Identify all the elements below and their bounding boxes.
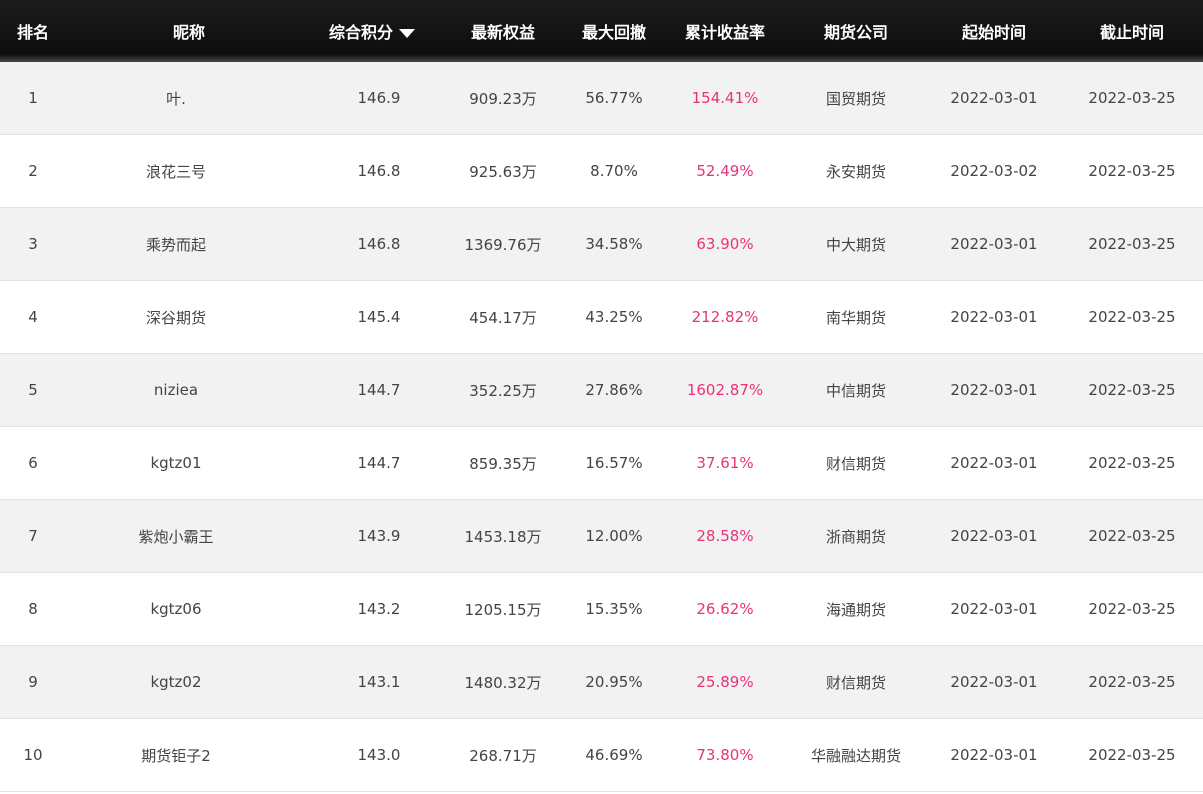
start-date-cell: 2022-03-01 [950,527,1038,545]
company-cell: 中信期货 [825,381,886,400]
nickname-cell: 浪花三号 [145,162,206,181]
table-row[interactable]: 3 乘势而起 146.8 1369.76万 34.58% 63.90% 中大期货 2022-0… [0,208,1203,281]
company-cell: 华融融达期货 [810,746,901,765]
start-date-cell: 2022-03-01 [950,235,1038,253]
table-row[interactable]: 1 叶. 146.9 909.23万 56.77% 154.41% 国贸期货 2022-03-… [0,62,1203,135]
end-date-cell: 2022-03-25 [1088,673,1176,691]
table-row[interactable]: 7 紫炮小霸王 143.9 1453.18万 12.00% 28.58% 浙商期货 2022-… [0,500,1203,573]
company-cell: 财信期货 [825,454,886,473]
column-header-nickname[interactable]: 昵称 [109,19,269,43]
nickname-cell: 叶. [166,89,186,108]
end-date-cell: 2022-03-25 [1088,600,1176,618]
nickname-cell: niziea [153,381,199,399]
table-row[interactable]: 2 浪花三号 146.8 925.63万 8.70% 52.49% 永安期货 2022-03-… [0,135,1203,208]
table-row[interactable]: 10 期货钜子2 143.0 268.71万 46.69% 73.80% 华融融达期货 202… [0,719,1203,792]
end-date-cell: 2022-03-25 [1088,235,1176,253]
nickname-cell: kgtz01 [150,454,202,472]
end-date-cell: 2022-03-25 [1088,381,1176,399]
start-date-cell: 2022-03-01 [950,454,1038,472]
table-row[interactable]: 8 kgtz06 143.2 1205.15万 15.35% 26.62% 海通期货 2022… [0,573,1203,646]
end-date-cell: 2022-03-25 [1088,308,1176,326]
end-date-cell: 2022-03-25 [1088,454,1176,472]
sort-descending-icon[interactable] [399,29,415,38]
table-row[interactable]: 6 kgtz01 144.7 859.35万 16.57% 37.61% 财信期货 2022-… [0,427,1203,500]
end-date-cell: 2022-03-25 [1088,89,1176,107]
start-date-cell: 2022-03-01 [950,308,1038,326]
company-cell: 南华期货 [825,308,886,327]
company-cell: 中大期货 [825,235,886,254]
start-date-cell: 2022-03-01 [950,600,1038,618]
end-date-cell: 2022-03-25 [1088,746,1176,764]
nickname-cell: 深谷期货 [145,308,206,327]
start-date-cell: 2022-03-02 [950,162,1038,180]
company-cell: 财信期货 [825,673,886,692]
column-header-start[interactable]: 起始时间 [914,19,1074,43]
nickname-cell: kgtz02 [150,673,202,691]
nickname-cell: 紫炮小霸王 [138,527,214,546]
nickname-cell: kgtz06 [150,600,202,618]
column-header-score-label: 综合积分 [328,23,393,42]
end-date-cell: 2022-03-25 [1088,527,1176,545]
nickname-cell: 期货钜子2 [141,746,211,765]
company-cell: 国贸期货 [825,89,886,108]
end-date-cell: 2022-03-25 [1088,162,1176,180]
start-date-cell: 2022-03-01 [950,89,1038,107]
table-row[interactable]: 5 niziea 144.7 352.25万 27.86% 1602.87% 中信期货 202… [0,354,1203,427]
start-date-cell: 2022-03-01 [950,746,1038,764]
company-cell: 永安期货 [825,162,886,181]
table-row[interactable]: 4 深谷期货 145.4 454.17万 43.25% 212.82% 南华期货 2022-0… [0,281,1203,354]
table-body: 1 叶. 146.9 909.23万 56.77% 154.41% 国贸期货 2022-03-… [0,62,1203,792]
column-header-end[interactable]: 截止时间 [1052,19,1203,43]
company-cell: 海通期货 [825,600,886,619]
start-date-cell: 2022-03-01 [950,673,1038,691]
ranking-table: 排名 昵称 综合积分 最新权益 最大回撤 累计收益率 期货公司 起始时间 截止时… [0,0,1203,792]
company-cell: 浙商期货 [825,527,886,546]
column-header-rank[interactable]: 排名 [0,19,113,43]
table-header: 排名 昵称 综合积分 最新权益 最大回撤 累计收益率 期货公司 起始时间 截止时… [0,0,1203,62]
start-date-cell: 2022-03-01 [950,381,1038,399]
table-row[interactable]: 9 kgtz02 143.1 1480.32万 20.95% 25.89% 财信期货 2022… [0,646,1203,719]
nickname-cell: 乘势而起 [145,235,206,254]
column-header-company[interactable]: 期货公司 [776,19,936,43]
